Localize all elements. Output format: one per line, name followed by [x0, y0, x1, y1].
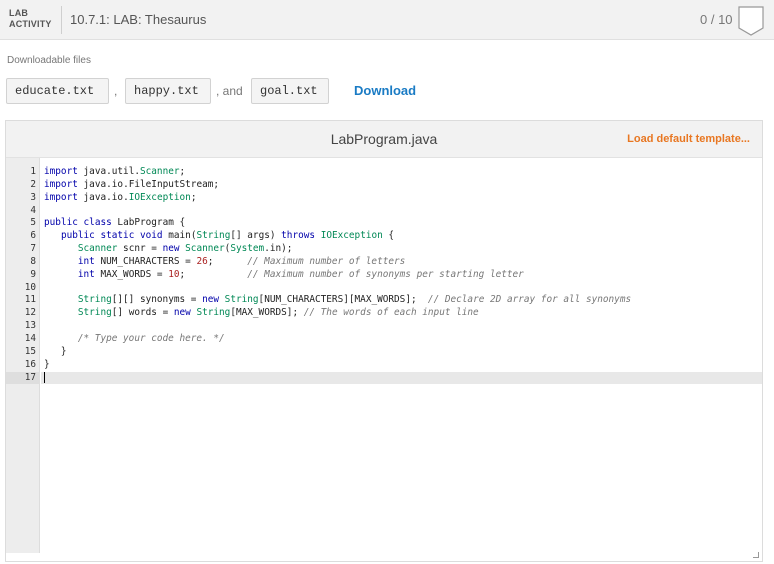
code-line[interactable] [41, 320, 762, 333]
lab-header: LAB ACTIVITY 10.7.1: LAB: Thesaurus 0 / … [0, 0, 774, 40]
code-line[interactable]: /* Type your code here. */ [41, 333, 762, 346]
lab-title: 10.7.1: LAB: Thesaurus [70, 12, 207, 27]
score-text: 0 / 10 [700, 12, 733, 27]
lab-activity-badge: LAB ACTIVITY [9, 8, 52, 30]
line-number: 16 [24, 358, 36, 370]
file-button-goal[interactable]: goal.txt [251, 78, 329, 104]
file-separator-and: , and [216, 84, 243, 98]
code-line[interactable] [41, 282, 762, 295]
code-line[interactable]: public static void main(String[] args) t… [41, 230, 762, 243]
line-number: 13 [24, 320, 36, 332]
line-number-gutter: 1 2 3 4 5 6 7 8 9 10 11 12 13 14 15 16 17 [6, 158, 40, 553]
code-input-area[interactable]: import java.util.Scanner; import java.io.… [41, 158, 762, 553]
file-separator: , [114, 84, 118, 98]
line-number: 15 [24, 345, 36, 357]
badge-line-2: ACTIVITY [9, 19, 52, 29]
line-number: 5 [30, 217, 36, 229]
load-default-template-button[interactable]: Load default template... [627, 133, 750, 145]
line-numbers: 1 2 3 4 5 6 7 8 9 10 11 12 13 14 15 16 17 [6, 166, 40, 385]
code-line[interactable]: int NUM_CHARACTERS = 26; // Maximum numb… [41, 256, 762, 269]
code-line[interactable]: } [41, 359, 762, 372]
file-button-happy[interactable]: happy.txt [125, 78, 211, 104]
line-number: 9 [30, 268, 36, 280]
line-number: 2 [30, 178, 36, 190]
line-number: 4 [30, 204, 36, 216]
file-button-educate[interactable]: educate.txt [6, 78, 109, 104]
code-lines[interactable]: import java.util.Scanner; import java.io.… [41, 166, 762, 385]
line-number: 6 [30, 230, 36, 242]
code-line[interactable]: import java.util.Scanner; [41, 166, 762, 179]
line-number: 8 [30, 255, 36, 267]
downloadable-files-label: Downloadable files [7, 55, 91, 66]
line-number: 12 [24, 307, 36, 319]
code-editor: LabProgram.java Load default template...… [5, 120, 763, 562]
text-cursor [44, 371, 45, 383]
line-number: 1 [30, 166, 36, 177]
badge-line-1: LAB [9, 8, 29, 18]
line-number: 14 [24, 332, 36, 344]
score-shield-icon [738, 6, 764, 36]
code-line[interactable]: import java.io.FileInputStream; [41, 179, 762, 192]
line-number: 11 [24, 294, 36, 306]
code-line[interactable]: } [41, 346, 762, 359]
code-line[interactable]: String[] words = new String[MAX_WORDS]; … [41, 307, 762, 320]
resize-handle-icon[interactable] [753, 552, 759, 558]
editor-toolbar: LabProgram.java Load default template... [6, 121, 762, 158]
download-button[interactable]: Download [354, 83, 416, 98]
code-line[interactable]: int MAX_WORDS = 10; // Maximum number of… [41, 269, 762, 282]
code-line[interactable] [41, 371, 762, 385]
code-line[interactable]: import java.io.IOException; [41, 192, 762, 205]
header-divider [61, 6, 62, 34]
line-number: 3 [30, 191, 36, 203]
line-number: 10 [24, 281, 36, 293]
code-line[interactable] [41, 205, 762, 218]
line-number: 17 [6, 371, 40, 385]
code-line[interactable]: public class LabProgram { [41, 217, 762, 230]
line-number: 7 [30, 243, 36, 255]
code-line[interactable]: String[][] synonyms = new String[NUM_CHA… [41, 294, 762, 307]
code-line[interactable]: Scanner scnr = new Scanner(System.in); [41, 243, 762, 256]
